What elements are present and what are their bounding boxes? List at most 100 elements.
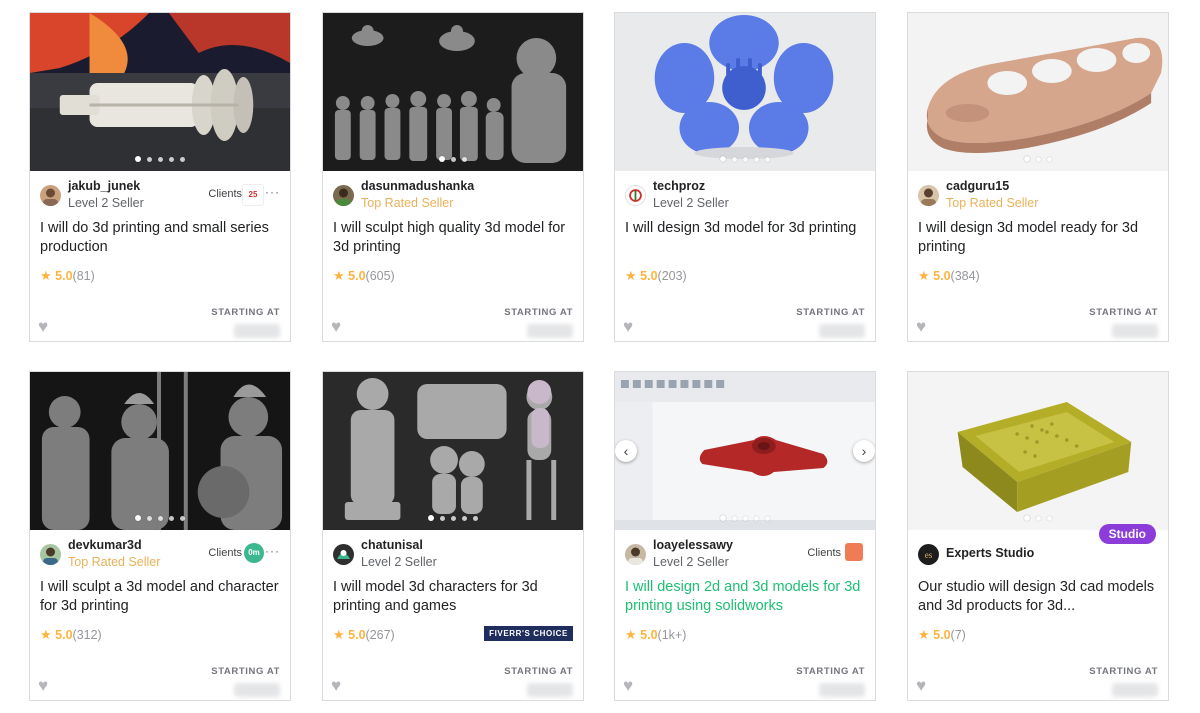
blue-flower-image xyxy=(615,13,875,171)
client-logo xyxy=(845,543,863,561)
gig-rating: ★ 5.0(1k+) xyxy=(625,627,687,642)
price-blurred xyxy=(819,683,865,697)
price-blurred xyxy=(819,324,865,338)
star-icon: ★ xyxy=(40,627,52,642)
brass-knuckles-image xyxy=(908,13,1168,171)
gig-title[interactable]: I will model 3d characters for 3d printi… xyxy=(333,578,573,615)
heart-icon[interactable]: ♥ xyxy=(331,317,341,337)
star-icon: ★ xyxy=(333,268,345,283)
gig-image[interactable] xyxy=(615,13,875,171)
star-icon: ★ xyxy=(333,627,345,642)
seller-level: Level 2 Seller xyxy=(361,555,437,569)
seller-avatar[interactable] xyxy=(40,185,61,206)
seller-avatar[interactable] xyxy=(625,185,646,206)
starting-at-label: STARTING AT xyxy=(211,666,280,677)
carousel-dots[interactable] xyxy=(323,156,583,162)
gig-card[interactable]: Studio es Experts Studio Our studio will… xyxy=(907,371,1169,701)
svg-text:es: es xyxy=(925,550,933,560)
heart-icon[interactable]: ♥ xyxy=(623,676,633,696)
price-blurred xyxy=(527,324,573,338)
carousel-dots[interactable] xyxy=(323,515,583,521)
gig-card[interactable]: techproz Level 2 Seller I will design 3d… xyxy=(614,12,876,342)
gig-title[interactable]: Our studio will design 3d cad models and… xyxy=(918,578,1158,615)
gig-title[interactable]: I will design 3d model ready for 3d prin… xyxy=(918,219,1158,256)
heart-icon[interactable]: ♥ xyxy=(916,676,926,696)
seller-avatar[interactable] xyxy=(333,185,354,206)
seller-name[interactable]: jakub_junek xyxy=(68,179,140,193)
heart-icon[interactable]: ♥ xyxy=(623,317,633,337)
gig-card[interactable]: ‹ › loayelessawy Level 2 Seller Clients … xyxy=(614,371,876,701)
seller-avatar[interactable] xyxy=(40,544,61,565)
solidworks-screenshot-image xyxy=(615,372,875,530)
gig-card[interactable]: jakub_junek Level 2 Seller Clients 25 ··… xyxy=(29,12,291,342)
seller-name[interactable]: loayelessawy xyxy=(653,538,733,552)
carousel-prev-button[interactable]: ‹ xyxy=(615,440,637,462)
carousel-dots[interactable] xyxy=(615,156,875,162)
gig-rating: ★ 5.0(384) xyxy=(918,268,980,283)
gig-title[interactable]: I will sculpt a 3d model and character f… xyxy=(40,578,280,615)
starting-at-label: STARTING AT xyxy=(796,666,865,677)
carousel-dots[interactable] xyxy=(30,515,290,521)
seller-level: Top Rated Seller xyxy=(361,196,454,210)
clients-label: Clients xyxy=(208,547,242,559)
gig-image[interactable] xyxy=(30,13,290,171)
seller-name[interactable]: devkumar3d xyxy=(68,538,142,552)
gig-title[interactable]: I will design 3d model for 3d printing xyxy=(625,219,865,238)
gig-image[interactable] xyxy=(323,13,583,171)
gig-rating: ★ 5.0(267) xyxy=(333,627,395,642)
gig-card[interactable]: chatunisal Level 2 Seller I will model 3… xyxy=(322,371,584,701)
gig-card[interactable]: dasunmadushanka Top Rated Seller I will … xyxy=(322,12,584,342)
seller-name[interactable]: Experts Studio xyxy=(946,546,1034,560)
star-icon: ★ xyxy=(625,627,637,642)
starting-at-label: STARTING AT xyxy=(1089,666,1158,677)
seller-avatar[interactable] xyxy=(333,544,354,565)
gig-image[interactable]: ‹ › xyxy=(615,372,875,530)
price-blurred xyxy=(1112,324,1158,338)
star-icon: ★ xyxy=(40,268,52,283)
carousel-dots[interactable] xyxy=(908,156,1168,162)
gig-title[interactable]: I will do 3d printing and small series p… xyxy=(40,219,280,256)
gig-image[interactable] xyxy=(323,372,583,530)
seller-level: Top Rated Seller xyxy=(68,555,161,569)
seller-name[interactable]: techproz xyxy=(653,179,705,193)
seller-avatar[interactable] xyxy=(625,544,646,565)
gig-rating: ★ 5.0(7) xyxy=(918,627,966,642)
seller-avatar[interactable]: es xyxy=(918,544,939,565)
heart-icon[interactable]: ♥ xyxy=(38,317,48,337)
more-options-icon[interactable]: ··· xyxy=(265,544,280,558)
starting-at-label: STARTING AT xyxy=(504,307,573,318)
client-logo: 25 xyxy=(242,184,264,206)
carousel-next-button[interactable]: › xyxy=(853,440,875,462)
warrior-sculptures-image xyxy=(30,372,290,530)
gig-card[interactable]: cadguru15 Top Rated Seller I will design… xyxy=(907,12,1169,342)
client-logo: 0m xyxy=(244,543,264,563)
seller-level: Level 2 Seller xyxy=(653,196,729,210)
gig-image[interactable] xyxy=(908,372,1168,530)
green-tray-image xyxy=(908,372,1168,530)
seller-name[interactable]: cadguru15 xyxy=(946,179,1009,193)
seller-name[interactable]: dasunmadushanka xyxy=(361,179,474,193)
gig-title[interactable]: I will design 2d and 3d models for 3d pr… xyxy=(625,578,865,615)
carousel-dots[interactable] xyxy=(908,515,1168,521)
heart-icon[interactable]: ♥ xyxy=(38,676,48,696)
star-icon: ★ xyxy=(625,268,637,283)
carousel-dots[interactable] xyxy=(30,156,290,162)
carousel-dots[interactable] xyxy=(615,515,875,521)
superhero-figurines-image xyxy=(323,13,583,171)
more-options-icon[interactable]: ··· xyxy=(265,185,280,199)
gig-title[interactable]: I will sculpt high quality 3d model for … xyxy=(333,219,573,256)
gig-card[interactable]: devkumar3d Top Rated Seller Clients 0m ·… xyxy=(29,371,291,701)
gig-rating: ★ 5.0(81) xyxy=(40,268,95,283)
heart-icon[interactable]: ♥ xyxy=(916,317,926,337)
seller-name[interactable]: chatunisal xyxy=(361,538,423,552)
gig-image[interactable] xyxy=(30,372,290,530)
star-icon: ★ xyxy=(918,268,930,283)
price-blurred xyxy=(527,683,573,697)
gig-rating: ★ 5.0(605) xyxy=(333,268,395,283)
gig-image[interactable] xyxy=(908,13,1168,171)
starting-at-label: STARTING AT xyxy=(796,307,865,318)
gig-rating: ★ 5.0(312) xyxy=(40,627,102,642)
heart-icon[interactable]: ♥ xyxy=(331,676,341,696)
star-icon: ★ xyxy=(918,627,930,642)
seller-avatar[interactable] xyxy=(918,185,939,206)
